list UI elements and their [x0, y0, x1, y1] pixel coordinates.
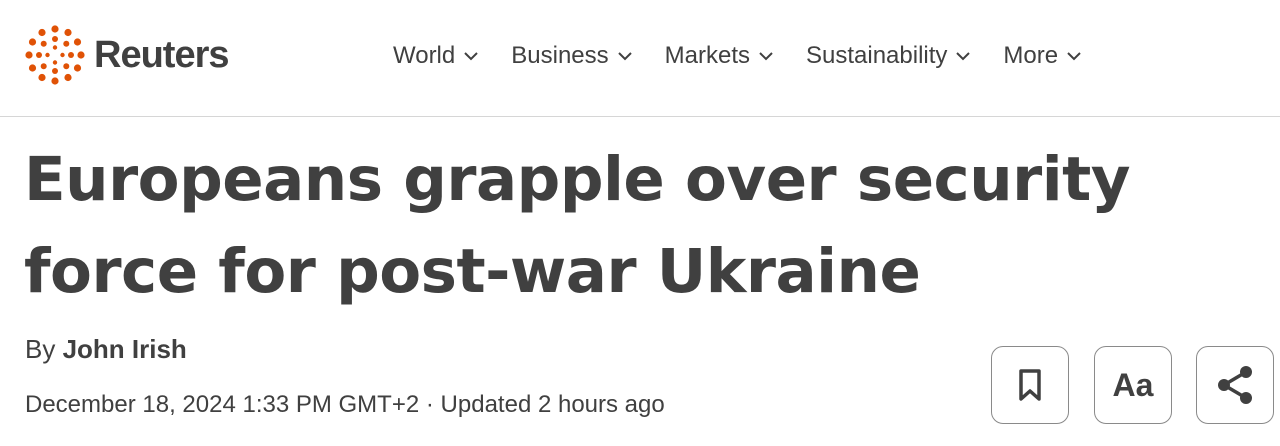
nav-item-label: Sustainability	[806, 42, 948, 69]
main-nav: World Business Markets Sustainability Mo…	[393, 38, 1114, 74]
text-size-label: Aa	[1112, 366, 1154, 403]
article-headline: Europeans grapple over security force fo…	[24, 144, 1131, 307]
nav-item-world[interactable]: World	[393, 42, 479, 70]
nav-item-label: Markets	[664, 42, 750, 69]
nav-item-markets[interactable]: Markets	[665, 42, 774, 70]
share-icon	[1218, 366, 1252, 404]
nav-item-label: World	[393, 42, 456, 69]
nav-item-sustainability[interactable]: Sustainability	[806, 42, 971, 70]
bookmark-button[interactable]	[991, 346, 1069, 424]
nav-item-business[interactable]: Business	[511, 42, 632, 70]
author-link[interactable]: John Irish	[63, 334, 187, 364]
chevron-down-icon	[617, 52, 632, 61]
published-date: December 18, 2024 1:33 PM GMT+2	[25, 391, 420, 418]
reuters-logo-icon	[25, 25, 85, 85]
nav-item-more[interactable]: More	[1003, 42, 1082, 70]
bookmark-icon	[1019, 369, 1041, 401]
dateline: December 18, 2024 1:33 PM GMT+2 · Update…	[25, 391, 665, 419]
logo-wordmark: Reuters	[94, 33, 229, 76]
chevron-down-icon	[1067, 52, 1081, 61]
updated-time: Updated 2 hours ago	[440, 391, 665, 418]
text-size-button[interactable]: Aa	[1094, 346, 1172, 424]
reuters-logo[interactable]: Reuters	[24, 24, 229, 86]
date-separator: ·	[425, 391, 434, 418]
chevron-down-icon	[759, 52, 773, 61]
nav-item-label: Business	[511, 42, 609, 69]
byline-prefix: By	[25, 334, 56, 364]
chevron-down-icon	[956, 52, 971, 61]
nav-item-label: More	[1003, 42, 1059, 69]
byline: By John Irish	[25, 334, 187, 365]
site-header: Reuters World Business Markets Sustainab…	[0, 0, 1280, 117]
chevron-down-icon	[464, 52, 478, 61]
share-button[interactable]	[1196, 346, 1274, 424]
